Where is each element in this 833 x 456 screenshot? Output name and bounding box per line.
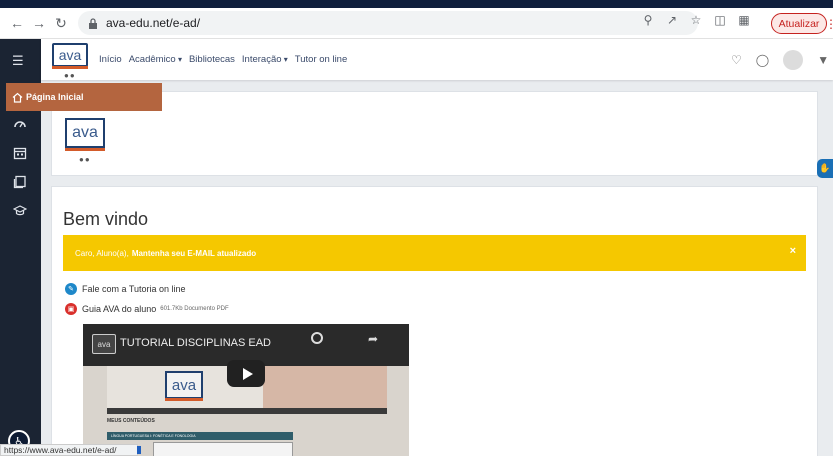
course-logo: ava — [65, 118, 105, 151]
dashboard-icon[interactable] — [13, 117, 27, 131]
logo-text: ava — [58, 47, 82, 63]
play-button[interactable] — [227, 360, 265, 387]
avatar[interactable] — [783, 50, 804, 70]
video-thumbnail — [153, 442, 293, 456]
url-text: ava-edu.net/e-ad/ — [106, 16, 201, 30]
video-logo: ava — [165, 371, 203, 401]
menu-academico[interactable]: Acadêmico — [129, 54, 182, 65]
watch-later-icon[interactable] — [311, 332, 323, 344]
accessibility-hand-icon[interactable]: ✋ — [817, 159, 833, 178]
video-course-strip: LÍNGUA PORTUGUESA I: FONÉTICA E FONOLOGI… — [107, 432, 293, 440]
graduation-cap-icon[interactable] — [13, 204, 27, 218]
sidepanel-icon[interactable]: ◫ — [712, 12, 728, 28]
address-bar[interactable]: ava-edu.net/e-ad/ — [78, 11, 698, 35]
status-url: https://www.ava-edu.net/e-ad/ — [0, 444, 138, 456]
forward-arrow-icon[interactable]: → — [28, 12, 50, 34]
hamburger-icon[interactable]: ☰ — [12, 53, 24, 69]
link-guia[interactable]: ▣ Guia AVA do aluno 601.7Kb Documento PD… — [65, 303, 229, 315]
bell-icon[interactable]: ♡ — [731, 53, 742, 67]
reload-icon[interactable]: ↻ — [50, 12, 72, 34]
site-navbar: ava ●● Início Acadêmico Bibliotecas Inte… — [41, 39, 833, 80]
home-tab[interactable]: Página Inicial — [6, 83, 162, 111]
video-divider — [107, 408, 387, 414]
video-player[interactable]: ava TUTORIAL DISCIPLINAS EAD ➦ ava MEUS … — [83, 324, 409, 456]
extension-icon[interactable]: ▦ — [736, 12, 752, 28]
pdf-icon: ▣ — [65, 303, 77, 315]
calendar-icon[interactable] — [13, 146, 27, 160]
share-icon[interactable]: ➦ — [368, 332, 378, 346]
logo-dots: ●● — [79, 155, 91, 164]
link-label[interactable]: Guia AVA do aluno — [82, 304, 156, 314]
main-menu: Início Acadêmico Bibliotecas Interação T… — [99, 54, 347, 65]
share-icon[interactable]: ↗ — [664, 12, 680, 28]
lock-icon — [89, 17, 97, 29]
files-icon[interactable] — [13, 175, 27, 189]
alert-strong: Mantenha seu E-MAIL atualizado — [131, 248, 257, 258]
alert-prefix: Caro, Aluno(a), — [75, 248, 129, 258]
menu-tutor[interactable]: Tutor on line — [295, 54, 347, 65]
logo-card: ava ●● — [51, 91, 818, 176]
channel-logo[interactable]: ava — [92, 334, 116, 354]
chat-icon[interactable]: ◯ — [756, 53, 769, 67]
home-label: Página Inicial — [26, 92, 84, 102]
top-strip — [0, 0, 833, 8]
star-icon[interactable]: ☆ — [688, 12, 704, 28]
site-logo[interactable]: ava — [52, 43, 88, 69]
email-alert: Caro, Aluno(a), Mantenha seu E-MAIL atua… — [63, 235, 806, 271]
file-meta: 601.7Kb Documento PDF — [160, 306, 229, 312]
update-button[interactable]: Atualizar — [771, 13, 827, 34]
menu-bibliotecas[interactable]: Bibliotecas — [189, 54, 235, 65]
link-label[interactable]: Fale com a Tutoria on line — [82, 284, 186, 294]
zoom-icon[interactable]: ⚲ — [640, 12, 656, 28]
browser-toolbar: ← → ↻ ava-edu.net/e-ad/ ⚲ ↗ ☆ ◫ ▦ Atuali… — [0, 8, 833, 39]
link-tutoria[interactable]: ✎ Fale com a Tutoria on line — [65, 283, 186, 295]
menu-interacao[interactable]: Interação — [242, 54, 288, 65]
kebab-menu-icon[interactable]: ⋮ — [825, 17, 833, 31]
video-heading: MEUS CONTEÚDOS — [107, 418, 155, 424]
status-marker — [137, 446, 141, 454]
navbar-right: ♡ ◯ ▼ — [731, 50, 829, 70]
back-arrow-icon[interactable]: ← — [6, 12, 28, 34]
chat-bubble-icon: ✎ — [65, 283, 77, 295]
home-icon — [12, 92, 23, 103]
logo-dots: ●● — [64, 71, 76, 80]
logo-text: ava — [72, 124, 98, 141]
welcome-card: Bem vindo Caro, Aluno(a), Mantenha seu E… — [51, 186, 818, 456]
video-title[interactable]: TUTORIAL DISCIPLINAS EAD — [120, 337, 271, 349]
page-title: Bem vindo — [63, 209, 149, 229]
chevron-down-icon[interactable]: ▼ — [817, 53, 829, 67]
video-banner-accent — [263, 366, 387, 408]
logo-text: ava — [171, 376, 197, 394]
address-icons: ⚲ ↗ ☆ ◫ ▦ — [640, 12, 752, 28]
menu-inicio[interactable]: Início — [99, 54, 122, 65]
close-icon[interactable]: × — [790, 245, 796, 257]
